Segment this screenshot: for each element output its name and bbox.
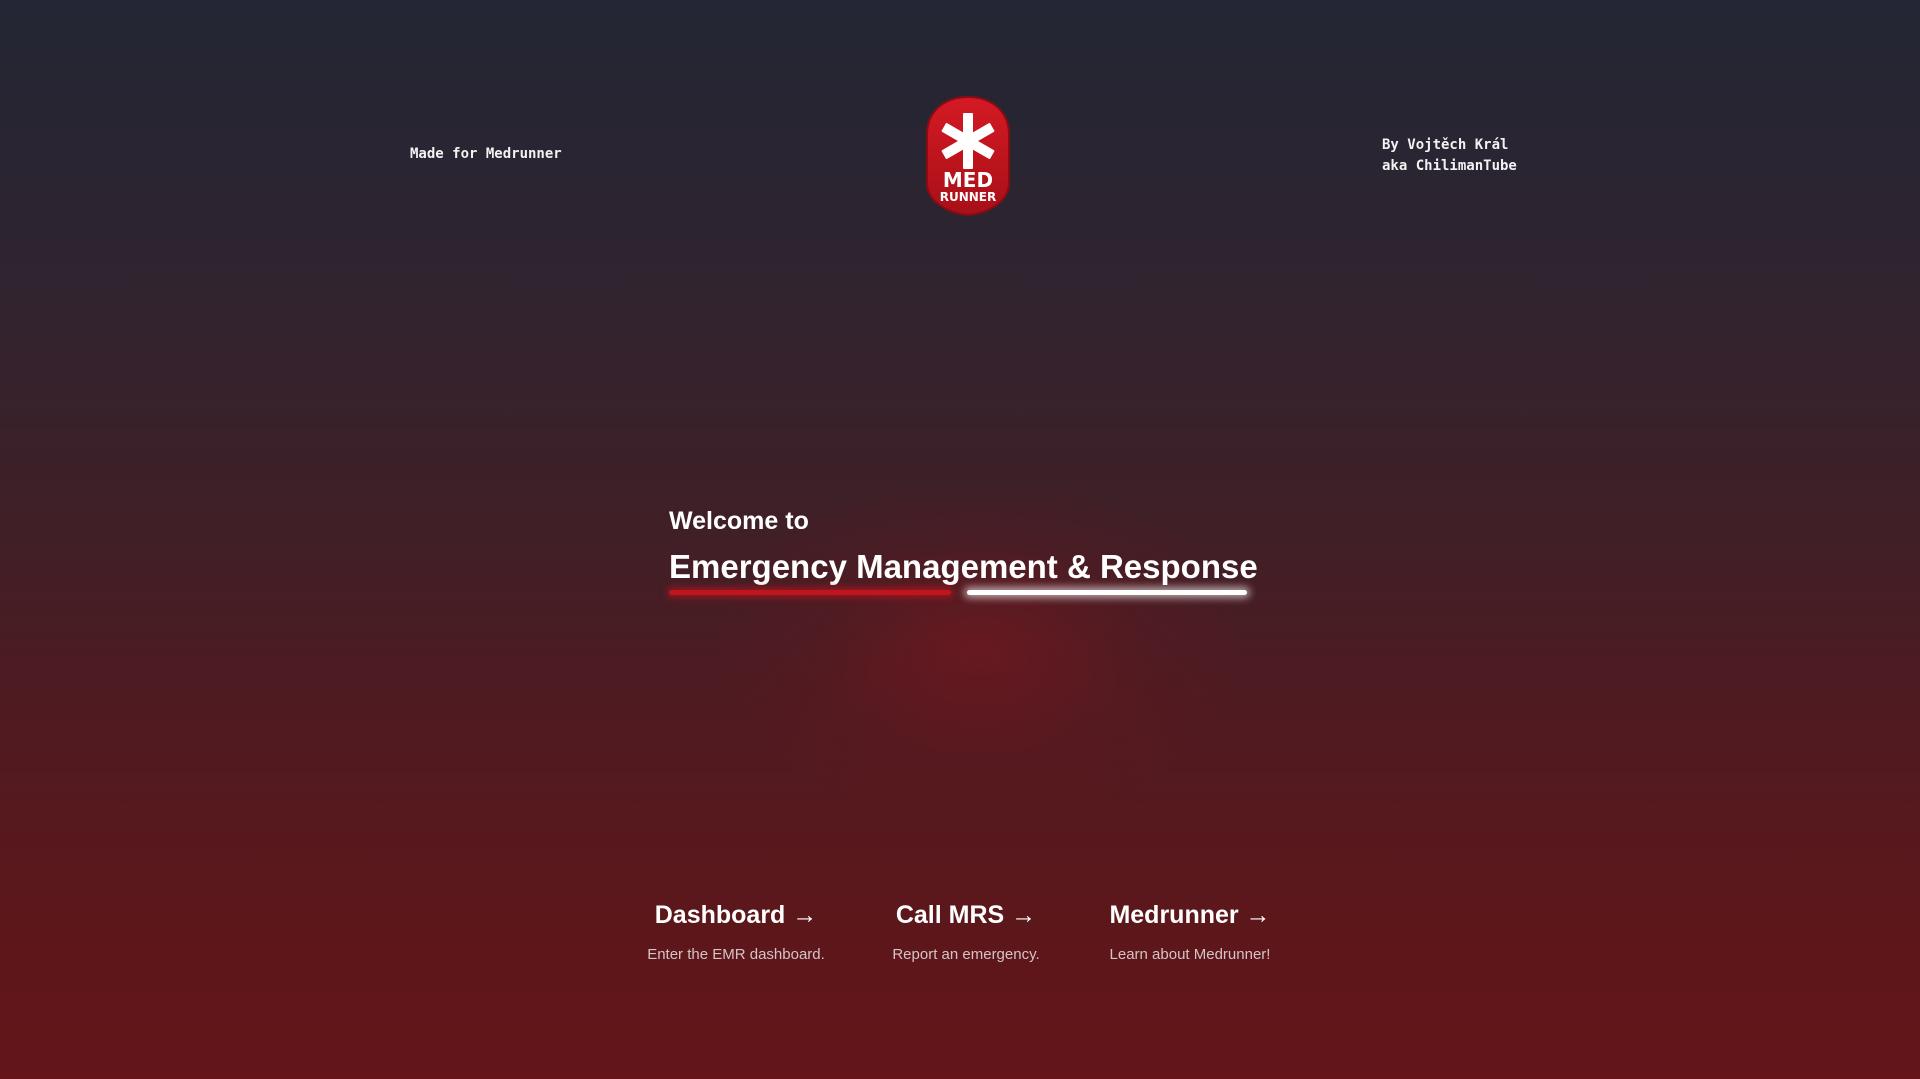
logo-text-med: MED	[943, 168, 993, 192]
author-credit: By Vojtěch Král aka ChilimanTube	[1382, 135, 1517, 177]
call-mrs-link-title[interactable]: Call MRS →	[876, 898, 1056, 932]
call-mrs-link-description: Report an emergency.	[892, 946, 1040, 963]
title-underline-white	[967, 590, 1247, 595]
dashboard-link[interactable]: Dashboard → Enter the EMR dashboard.	[631, 898, 841, 963]
author-alias: aka ChilimanTube	[1382, 158, 1517, 174]
welcome-text: Welcome to	[669, 507, 809, 535]
logo-text-runner: RUNNER	[940, 190, 997, 204]
medrunner-link-description: Learn about Medrunner!	[1109, 946, 1271, 963]
author-name: By Vojtěch Král	[1382, 137, 1509, 153]
medrunner-logo[interactable]: MED RUNNER	[925, 95, 1011, 217]
medrunner-link-title[interactable]: Medrunner →	[1098, 898, 1282, 932]
page-title: Emergency Management & Response	[669, 548, 1258, 585]
hero-section: Welcome to Emergency Management & Respon…	[669, 503, 1258, 595]
medrunner-link[interactable]: Medrunner → Learn about Medrunner!	[1098, 898, 1282, 963]
call-mrs-link[interactable]: Call MRS → Report an emergency.	[876, 898, 1056, 963]
made-for-label: Made for Medrunner	[410, 146, 562, 162]
title-underline-red	[669, 590, 951, 595]
dashboard-link-description: Enter the EMR dashboard.	[647, 946, 825, 963]
dashboard-link-title[interactable]: Dashboard →	[631, 898, 841, 932]
